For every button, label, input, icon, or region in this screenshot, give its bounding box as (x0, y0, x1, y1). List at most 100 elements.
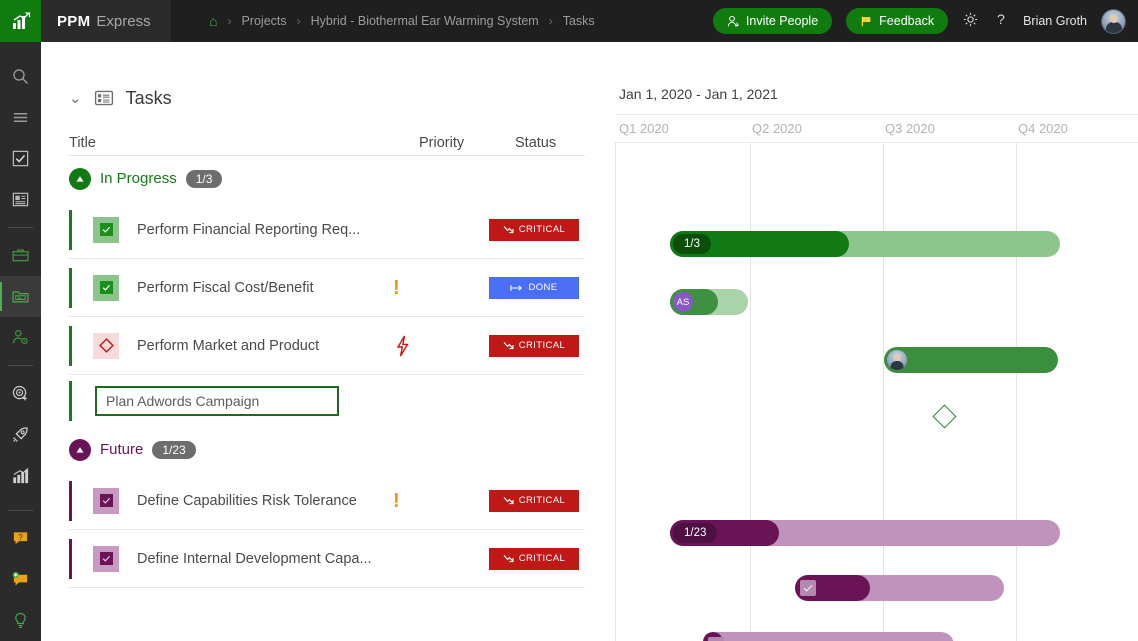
sidebar-item-menu[interactable] (0, 97, 41, 138)
home-icon[interactable]: ⌂ (209, 14, 217, 28)
task-status[interactable]: CRITICAL (489, 219, 585, 241)
gantt-bar-fiscal-cost-benefit[interactable] (884, 347, 1058, 373)
gantt-canvas[interactable]: 1/3 AS 1/ (615, 143, 1138, 641)
breadcrumb-item-tasks[interactable]: Tasks (563, 14, 595, 28)
table-row[interactable]: Perform Fiscal Cost/Benefit ! DONE (69, 259, 585, 317)
sidebar-item-projects[interactable] (0, 276, 41, 317)
breadcrumb-item-projects[interactable]: Projects (241, 14, 286, 28)
task-priority[interactable]: ! (393, 278, 489, 298)
sidebar-divider-3 (8, 510, 33, 511)
top-bar-actions: Invite People Feedback (713, 8, 1138, 34)
status-badge: CRITICAL (489, 490, 579, 512)
column-header-priority[interactable]: Priority (419, 135, 515, 151)
hamburger-menu-icon (11, 108, 30, 127)
table-row[interactable]: Define Internal Development Capa... CRIT… (69, 530, 585, 588)
sidebar-item-reports[interactable] (0, 179, 41, 220)
column-header-status[interactable]: Status (515, 135, 585, 151)
assignee-initials-avatar[interactable]: AS (673, 292, 693, 312)
flag-icon (860, 15, 873, 28)
exclamation-icon: ! (393, 278, 400, 298)
gantt-bar-in-progress-summary[interactable]: 1/3 (670, 231, 1060, 257)
question-mark-icon: ? (993, 11, 1009, 28)
task-status[interactable]: CRITICAL (489, 335, 585, 357)
quarter-label-q4: Q4 2020 (1018, 121, 1068, 136)
new-task-input[interactable] (95, 386, 339, 416)
feedback-label: Feedback (879, 14, 934, 28)
lightning-bolt-icon (393, 334, 413, 358)
breadcrumb: ⌂ › Projects › Hybrid - Biothermal Ear W… (209, 14, 595, 28)
sidebar-item-search[interactable] (0, 56, 41, 97)
breadcrumb-item-project[interactable]: Hybrid - Biothermal Ear Warming System (311, 14, 539, 28)
task-status[interactable]: CRITICAL (489, 548, 585, 570)
group-header-future[interactable]: Future 1/23 (41, 427, 615, 472)
sidebar-item-targets[interactable] (0, 373, 41, 414)
triangle-up-icon[interactable] (69, 168, 91, 190)
trend-down-icon (503, 225, 514, 234)
gantt-bar-future-summary[interactable]: 1/23 (670, 520, 1060, 546)
folder-project-icon (11, 287, 30, 306)
row-accent-bar (69, 381, 72, 421)
breadcrumb-separator-1: › (227, 14, 231, 28)
triangle-up-icon[interactable] (69, 439, 91, 461)
row-accent-bar (69, 268, 72, 308)
bar-track (884, 347, 1058, 373)
assignee-photo-avatar[interactable] (887, 350, 907, 370)
checkbox-task-icon (11, 149, 30, 168)
sidebar-item-analytics[interactable] (0, 455, 41, 496)
help-bubble-icon: ? (11, 529, 30, 548)
status-badge-label: DONE (528, 282, 557, 293)
assignee-initials: AS (677, 297, 690, 308)
checked-task-icon[interactable] (708, 637, 724, 641)
sidebar-item-help[interactable]: ? (0, 518, 41, 559)
task-title: Perform Market and Product (137, 338, 319, 354)
invite-people-button[interactable]: Invite People (713, 8, 832, 34)
sidebar-item-ideas[interactable] (0, 600, 41, 641)
gantt-quarter-header: Q1 2020 Q2 2020 Q3 2020 Q4 2020 (615, 114, 1138, 143)
feedback-button[interactable]: Feedback (846, 8, 948, 34)
column-header-title[interactable]: Title (69, 135, 96, 151)
add-feedback-bubble-icon (11, 570, 30, 589)
app-logo[interactable] (0, 0, 41, 42)
sidebar-item-launch[interactable] (0, 414, 41, 455)
user-name[interactable]: Brian Groth (1023, 14, 1087, 28)
table-row[interactable]: Define Capabilities Risk Tolerance ! CRI… (69, 472, 585, 530)
brand[interactable]: PPM Express (41, 0, 171, 42)
settings-button[interactable] (962, 11, 979, 31)
arrow-right-icon (510, 284, 523, 292)
checked-task-icon[interactable] (93, 546, 119, 572)
gantt-bar-define-internal-development[interactable] (703, 632, 954, 641)
new-task-row[interactable] (69, 375, 585, 427)
group-label-in-progress: In Progress (100, 170, 177, 187)
avatar[interactable] (1101, 9, 1126, 34)
gantt-milestone-market-product[interactable] (932, 404, 956, 428)
checked-task-icon[interactable] (93, 275, 119, 301)
table-row[interactable]: Perform Financial Reporting Req... CRITI… (69, 201, 585, 259)
task-priority[interactable]: ! (393, 491, 489, 511)
help-button[interactable]: ? (993, 11, 1009, 31)
quarter-label-q1: Q1 2020 (619, 121, 669, 136)
gantt-bar-financial-reporting[interactable]: AS (670, 289, 748, 315)
gantt-pane: Jan 1, 2020 - Jan 1, 2021 Q1 2020 Q2 202… (615, 42, 1138, 641)
sidebar-divider-1 (8, 227, 33, 228)
task-status[interactable]: CRITICAL (489, 490, 585, 512)
list-view-icon (94, 88, 114, 108)
sidebar-item-portfolio[interactable] (0, 235, 41, 276)
checked-task-icon[interactable] (800, 580, 816, 596)
checked-task-icon[interactable] (93, 488, 119, 514)
invite-people-label: Invite People (746, 14, 818, 28)
sidebar-item-tasks[interactable] (0, 138, 41, 179)
group-header-in-progress[interactable]: In Progress 1/3 (41, 156, 615, 201)
task-title: Define Capabilities Risk Tolerance (137, 493, 357, 509)
brand-secondary: Express (96, 13, 150, 30)
sidebar-item-resources[interactable] (0, 317, 41, 358)
task-title: Perform Financial Reporting Req... (137, 222, 360, 238)
table-row[interactable]: Perform Market and Product CRITICAL (69, 317, 585, 375)
milestone-diamond-icon[interactable] (93, 333, 119, 359)
gantt-bar-define-capabilities[interactable] (795, 575, 1004, 601)
chevron-down-icon[interactable]: ⌄ (69, 89, 82, 107)
task-status[interactable]: DONE (489, 277, 585, 299)
task-priority[interactable] (393, 334, 489, 358)
sidebar-item-feedback[interactable] (0, 559, 41, 600)
group-label-future: Future (100, 441, 143, 458)
checked-task-icon[interactable] (93, 217, 119, 243)
